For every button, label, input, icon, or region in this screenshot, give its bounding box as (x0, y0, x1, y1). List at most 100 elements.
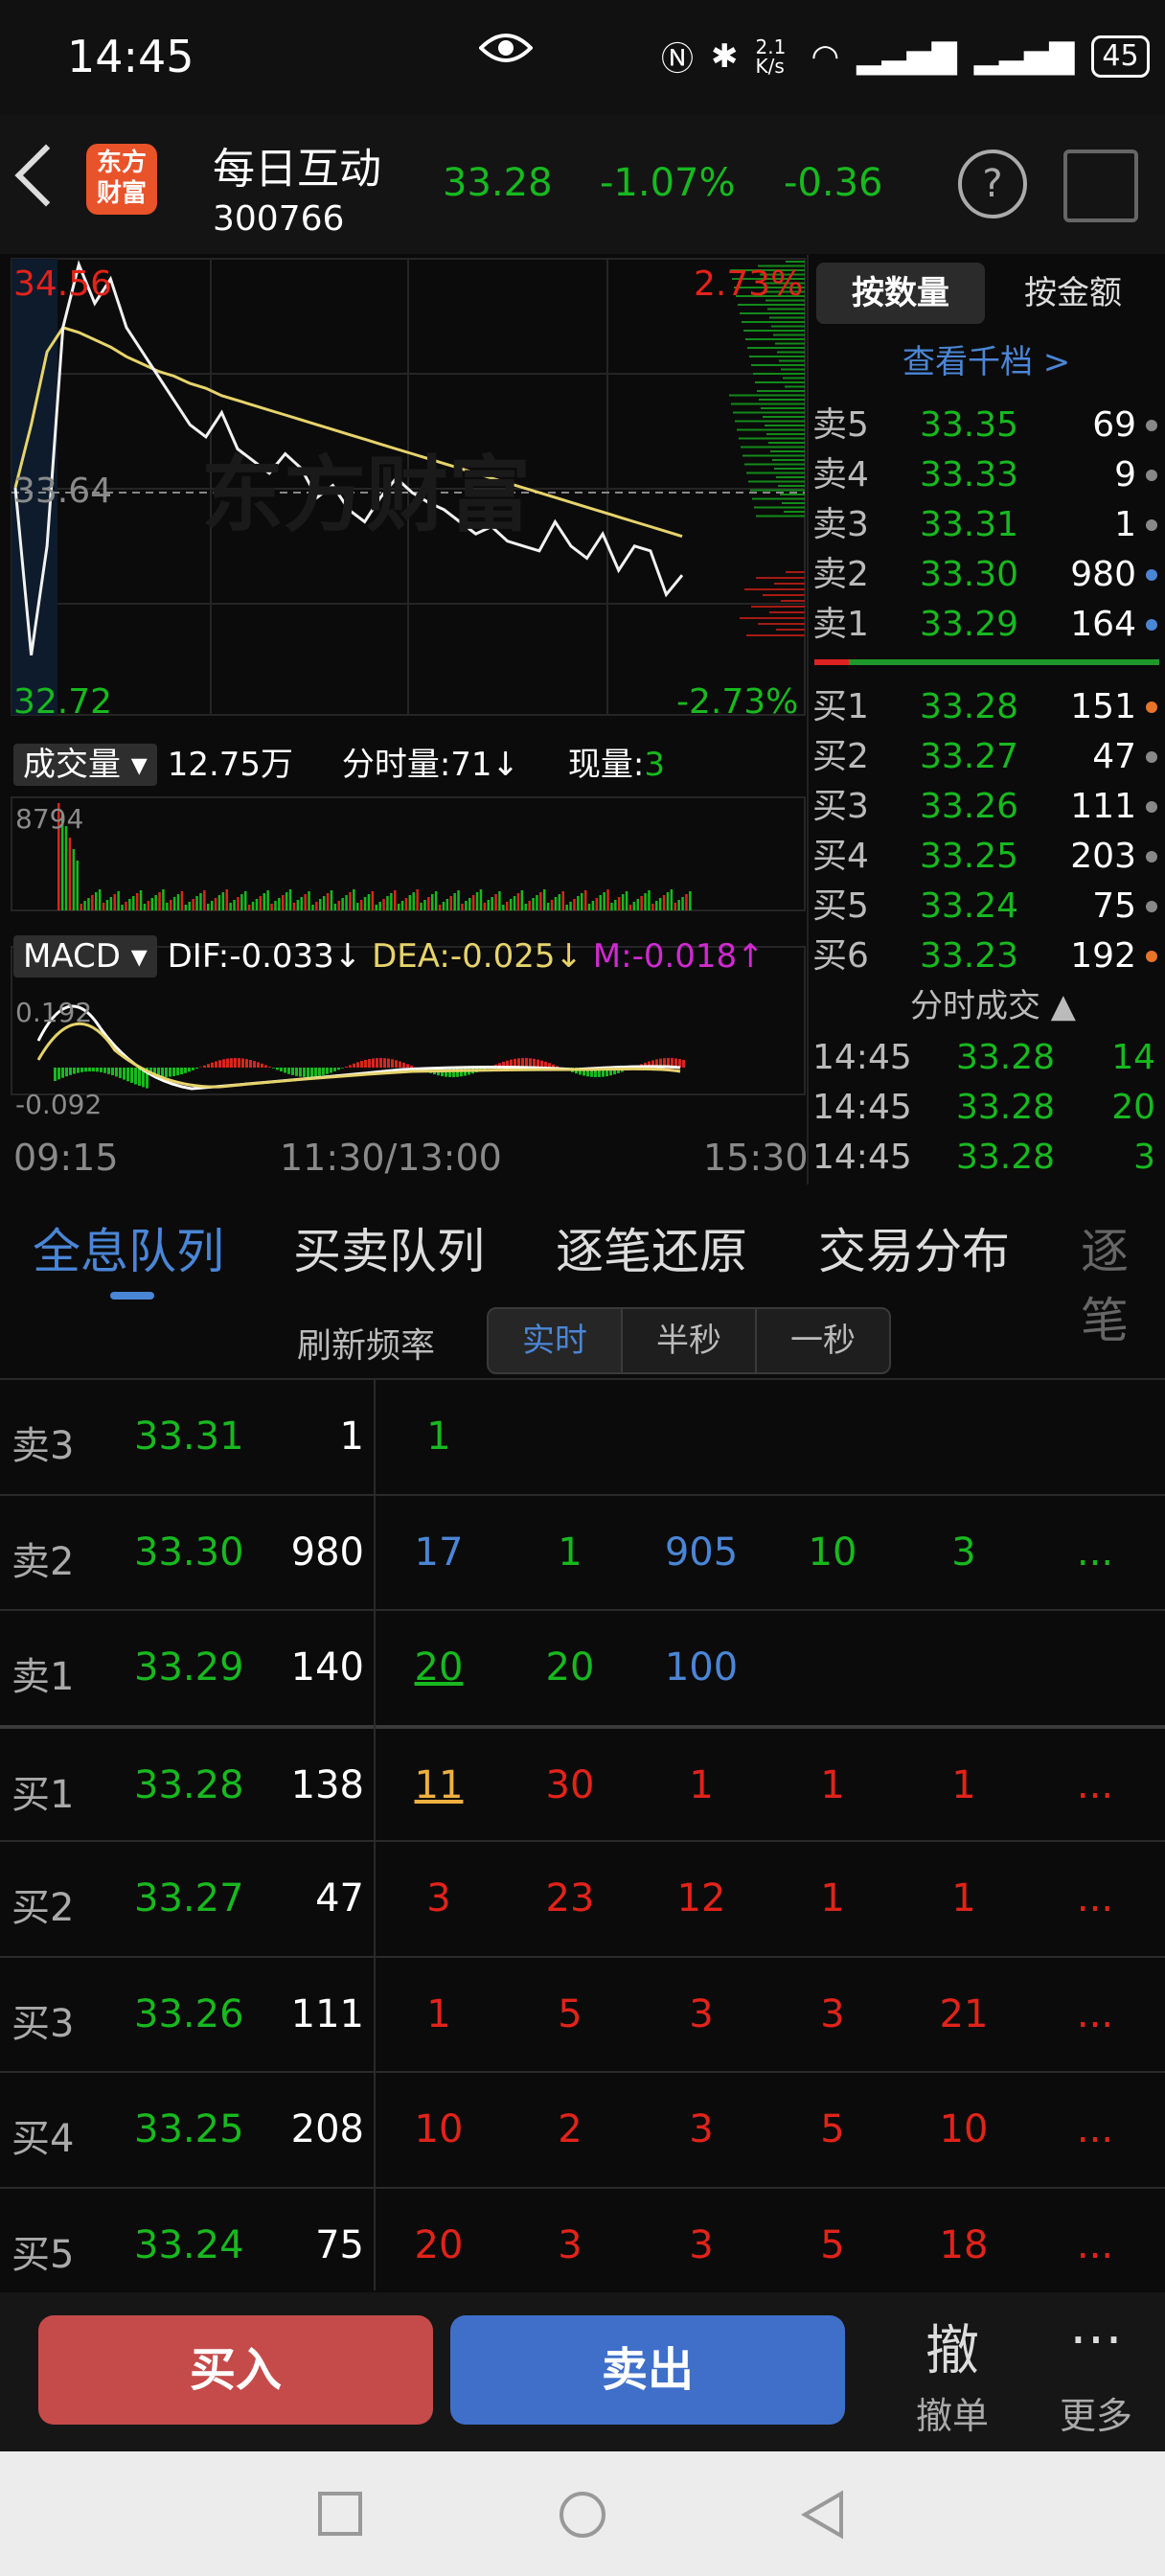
queue-order[interactable]: 3 (775, 1992, 890, 2036)
queue-order[interactable]: 12 (644, 1876, 759, 1920)
queue-row[interactable]: 买1 33.28 138 11 30 1 1 1... (0, 1724, 1165, 1844)
bid-row[interactable]: 买1 33.28 151 (812, 682, 1159, 732)
bid-row[interactable]: 买4 33.25 203 (812, 832, 1159, 882)
more-icon[interactable]: ⋯ (1039, 2308, 1154, 2370)
tab-trade-distribution[interactable]: 交易分布 (818, 1213, 1010, 1282)
sell-button[interactable]: 卖出 (450, 2315, 845, 2425)
queue-order[interactable]: 1 (775, 1763, 890, 1807)
queue-order[interactable]: 3 (513, 2223, 628, 2267)
queue-row[interactable]: 卖3 33.31 1 1 (0, 1378, 1165, 1495)
queue-order[interactable]: 3 (644, 1992, 759, 2036)
volume-bar (240, 894, 243, 910)
queue-order[interactable]: 5 (775, 2107, 890, 2151)
queue-order[interactable]: 17 (381, 1530, 496, 1575)
queue-order[interactable]: 5 (775, 2223, 890, 2267)
level-volume: 192 (1070, 936, 1136, 976)
volume-bar (603, 892, 605, 910)
queue-order[interactable]: 3 (644, 2107, 759, 2151)
tab-tick[interactable]: 逐笔 (1081, 1213, 1165, 1351)
ask-row[interactable]: 卖1 33.29 164 (812, 600, 1159, 650)
queue-row[interactable]: 卖2 33.30 980 17 1 905 10 3... (0, 1493, 1165, 1611)
cancel-icon[interactable]: 撤 (895, 2308, 1010, 2385)
queue-more[interactable]: ... (1038, 1530, 1153, 1575)
tab-full-queue[interactable]: 全息队列 (33, 1213, 224, 1282)
bid-row[interactable]: 买5 33.24 75 (812, 882, 1159, 932)
queue-order[interactable]: 1 (644, 1763, 759, 1807)
queue-more[interactable]: ... (1038, 2107, 1153, 2151)
cancel-order-button[interactable]: 撤单 (895, 2386, 1010, 2439)
queue-order[interactable]: 10 (381, 2107, 496, 2151)
queue-row[interactable]: 卖1 33.29 140 20 20 100 (0, 1609, 1165, 1726)
ask-row[interactable]: 卖5 33.35 69 (812, 401, 1159, 450)
volume-bar (457, 890, 460, 910)
queue-order[interactable]: 10 (775, 1530, 890, 1575)
macd-selector[interactable]: MACD ▾ (13, 935, 157, 978)
queue-order[interactable]: 100 (644, 1645, 759, 1690)
queue-order[interactable]: 20 (381, 1645, 496, 1690)
home-icon[interactable] (558, 2490, 607, 2540)
level-label: 买2 (812, 737, 869, 776)
queue-order[interactable]: 18 (906, 2223, 1021, 2267)
refresh-one-second[interactable]: 一秒 (755, 1307, 891, 1374)
volume-bar (203, 890, 206, 910)
intraday-chart[interactable]: 34.56 2.73% 33.64 东方财富 32.72 -2.73% 成交量 … (0, 255, 809, 1184)
tab-tick-restore[interactable]: 逐笔还原 (556, 1213, 747, 1282)
tab-buy-sell-queue[interactable]: 买卖队列 (293, 1213, 485, 1282)
back-nav-icon[interactable] (799, 2490, 847, 2540)
queue-more[interactable]: ... (1038, 2223, 1153, 2267)
bid-row[interactable]: 买6 33.23 192 (812, 932, 1159, 981)
trades-title[interactable]: 分时成交 ▲ (910, 979, 1076, 1026)
queue-order[interactable]: 1 (513, 1530, 628, 1575)
tab-by-amount[interactable]: 按金额 (989, 263, 1157, 324)
refresh-half-second[interactable]: 半秒 (621, 1307, 757, 1374)
level-label: 买3 (812, 787, 869, 826)
queue-more[interactable]: ... (1038, 1992, 1153, 2036)
macd-bar (276, 1068, 279, 1070)
queue-order[interactable]: 1 (381, 1992, 496, 2036)
queue-order[interactable]: 2 (513, 2107, 628, 2151)
queue-order[interactable]: 20 (513, 1645, 628, 1690)
volume-bar (363, 897, 367, 910)
queue-row[interactable]: 买2 33.27 47 3 23 12 1 1... (0, 1840, 1165, 1957)
ask-row[interactable]: 卖4 33.33 9 (812, 450, 1159, 500)
queue-order[interactable]: 1 (775, 1876, 890, 1920)
queue-row[interactable]: 买4 33.25 208 10 2 3 5 10... (0, 2071, 1165, 2188)
more-button[interactable]: 更多 (1039, 2386, 1154, 2439)
buy-button[interactable]: 买入 (38, 2315, 433, 2425)
volume-bar (397, 904, 400, 910)
depth-bar (772, 459, 805, 461)
queue-order[interactable]: 1 (906, 1876, 1021, 1920)
bid-row[interactable]: 买3 33.26 111 (812, 782, 1159, 832)
queue-order[interactable]: 1 (906, 1763, 1021, 1807)
tab-by-volume[interactable]: 按数量 (816, 263, 985, 324)
queue-level-label: 买1 (11, 1772, 75, 1817)
queue-more[interactable]: ... (1038, 1763, 1153, 1807)
macd-bar (134, 1068, 137, 1085)
queue-order[interactable]: 905 (644, 1530, 759, 1575)
queue-order[interactable]: 21 (906, 1992, 1021, 2036)
recent-apps-icon[interactable] (316, 2490, 364, 2538)
queue-row[interactable]: 买3 33.26 111 1 5 3 3 21... (0, 1955, 1165, 2073)
volume-selector[interactable]: 成交量 ▾ (13, 744, 157, 786)
queue-order[interactable]: 3 (906, 1530, 1021, 1575)
view-depth-link[interactable]: 查看千档 > (902, 335, 1070, 382)
ask-row[interactable]: 卖3 33.31 1 (812, 500, 1159, 550)
queue-more[interactable]: ... (1038, 1876, 1153, 1920)
help-icon[interactable]: ? (958, 150, 1027, 218)
queue-order[interactable]: 23 (513, 1876, 628, 1920)
refresh-realtime[interactable]: 实时 (487, 1307, 623, 1374)
queue-order[interactable]: 10 (906, 2107, 1021, 2151)
queue-order[interactable]: 3 (381, 1876, 496, 1920)
macd-bar (456, 1068, 459, 1077)
switch-stock-icon[interactable] (1063, 150, 1138, 222)
ask-row[interactable]: 卖2 33.30 980 (812, 550, 1159, 600)
queue-order[interactable]: 1 (381, 1414, 496, 1459)
queue-row[interactable]: 买5 33.24 75 20 3 3 5 18... (0, 2186, 1165, 2304)
queue-order[interactable]: 20 (381, 2223, 496, 2267)
volume-bar (214, 898, 217, 910)
queue-order[interactable]: 3 (644, 2223, 759, 2267)
queue-order[interactable]: 11 (381, 1763, 496, 1807)
bid-row[interactable]: 买2 33.27 47 (812, 732, 1159, 782)
queue-order[interactable]: 5 (513, 1992, 628, 2036)
queue-order[interactable]: 30 (513, 1763, 628, 1807)
